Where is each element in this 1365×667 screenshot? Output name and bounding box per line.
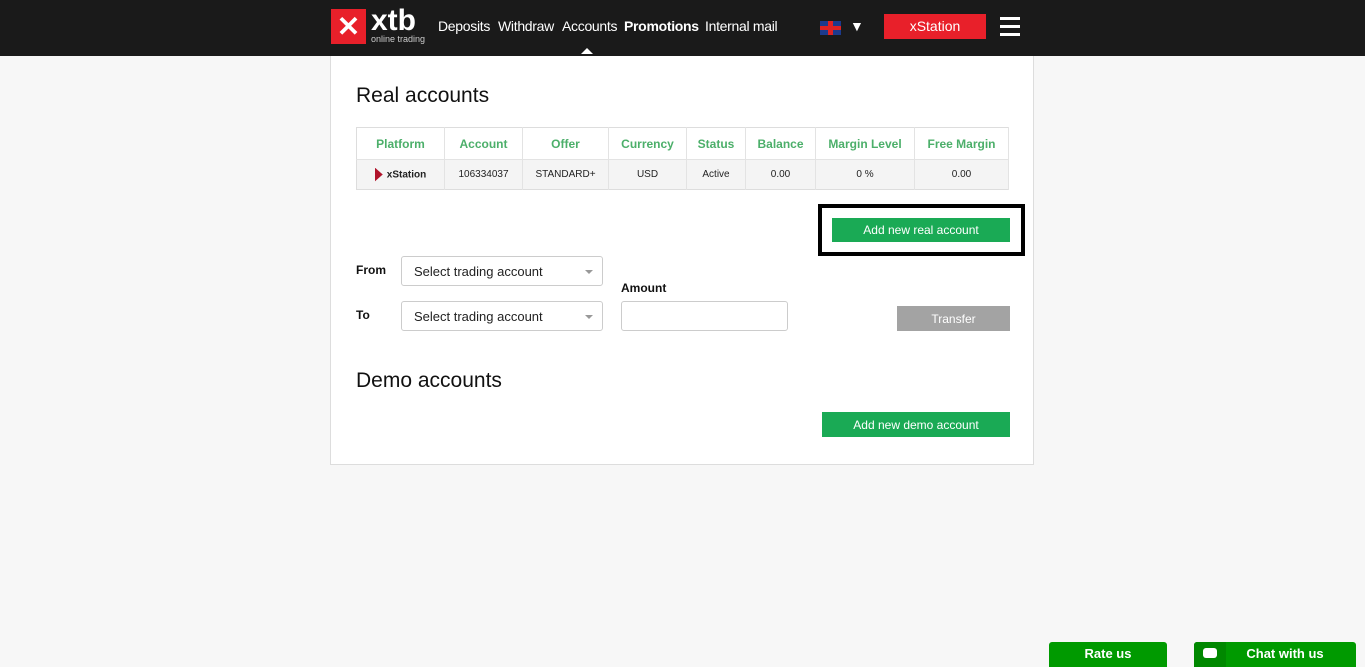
col-margin-level: Margin Level: [815, 127, 915, 160]
uk-flag-icon[interactable]: [820, 21, 841, 35]
free-margin-cell: 0.00: [914, 159, 1009, 190]
status-cell: Active: [686, 159, 746, 190]
nav-withdraw[interactable]: Withdraw: [498, 18, 554, 34]
currency-cell: USD: [608, 159, 687, 190]
to-label: To: [356, 308, 370, 322]
chat-label: Chat with us: [1246, 646, 1324, 661]
rate-us-button[interactable]: Rate us: [1049, 642, 1167, 667]
brand-tagline: online trading: [371, 34, 426, 44]
account-cell: 106334037: [444, 159, 523, 190]
platform-name: xStation: [386, 169, 427, 181]
real-accounts-title: Real accounts: [356, 84, 490, 107]
col-status: Status: [686, 127, 746, 160]
col-platform: Platform: [356, 127, 445, 160]
accounts-panel: Real accounts Platform Account Offer Cur…: [330, 56, 1034, 465]
from-label: From: [356, 263, 386, 277]
hamburger-menu-icon[interactable]: [1000, 17, 1020, 41]
amount-input[interactable]: [621, 301, 788, 331]
col-free-margin: Free Margin: [914, 127, 1009, 160]
xtb-logo-icon[interactable]: ✕: [331, 9, 366, 44]
add-real-account-button[interactable]: Add new real account: [832, 218, 1010, 242]
col-balance: Balance: [745, 127, 816, 160]
offer-cell: STANDARD+: [522, 159, 609, 190]
margin-level-cell: 0 %: [815, 159, 915, 190]
col-offer: Offer: [522, 127, 609, 160]
transfer-button[interactable]: Transfer: [897, 306, 1010, 331]
demo-accounts-title: Demo accounts: [356, 369, 502, 392]
to-account-select[interactable]: Select trading account: [401, 301, 603, 331]
amount-label: Amount: [621, 281, 667, 295]
balance-cell: 0.00: [745, 159, 816, 190]
nav-deposits[interactable]: Deposits: [438, 18, 490, 34]
chat-button[interactable]: Chat with us: [1194, 642, 1356, 667]
xstation-logo-icon: [374, 167, 383, 182]
real-accounts-table: Platform Account Offer Currency Status B…: [356, 127, 1009, 190]
add-demo-account-button[interactable]: Add new demo account: [822, 412, 1010, 437]
active-nav-indicator: [581, 48, 593, 54]
nav-promotions[interactable]: Promotions: [624, 18, 699, 34]
from-account-select[interactable]: Select trading account: [401, 256, 603, 286]
brand-name[interactable]: xtb: [371, 6, 416, 36]
table-row[interactable]: xStation 106334037 STANDARD+ USD Active …: [356, 159, 1009, 190]
col-currency: Currency: [608, 127, 687, 160]
platform-cell[interactable]: xStation: [356, 159, 445, 190]
language-dropdown-icon[interactable]: ▼: [850, 18, 864, 34]
chat-bubble-icon: [1194, 642, 1226, 667]
top-bar: ✕ xtb online trading Deposits Withdraw A…: [0, 0, 1365, 56]
nav-internal-mail[interactable]: Internal mail: [705, 18, 778, 34]
col-account: Account: [444, 127, 523, 160]
xstation-button[interactable]: xStation: [884, 14, 986, 39]
nav-accounts[interactable]: Accounts: [562, 18, 617, 34]
